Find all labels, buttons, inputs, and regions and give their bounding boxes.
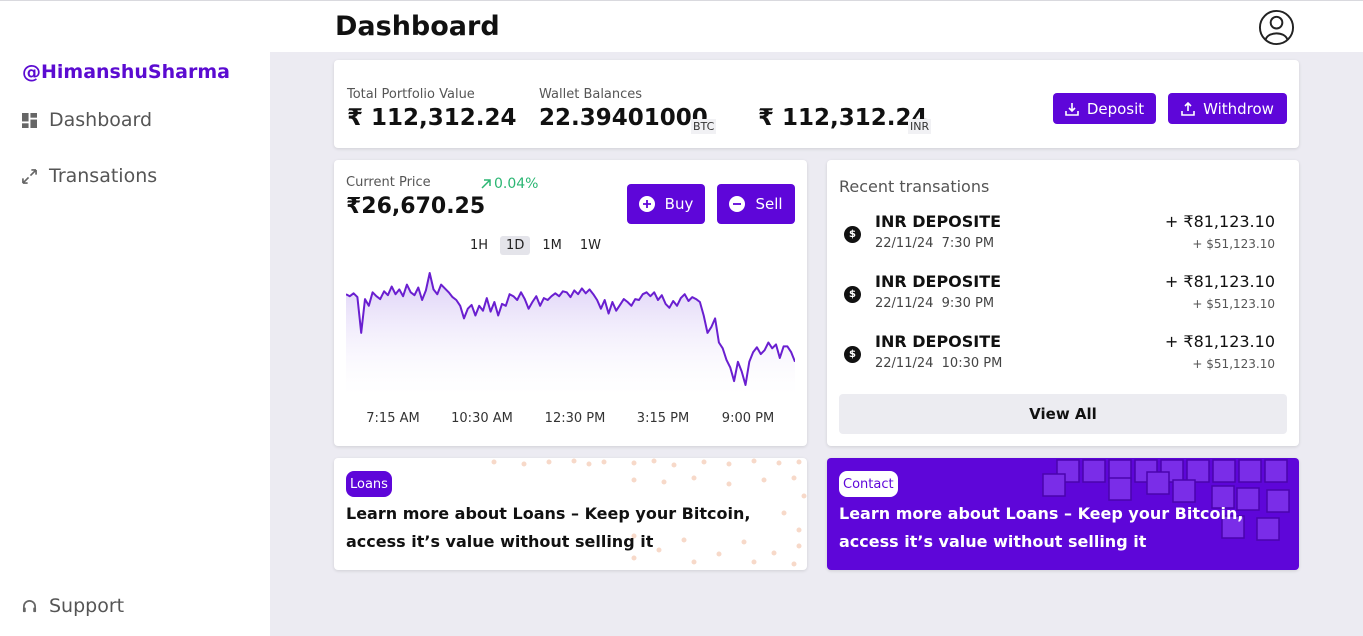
x-tick-label: 12:30 PM (544, 411, 606, 426)
transaction-row[interactable]: $ INR DEPOSITE 22/11/24 10:30 PM + ₹81,1… (839, 332, 1287, 382)
portfolio-card: Total Portfolio Value ₹ 112,312.24 Walle… (334, 60, 1299, 148)
loans-promo-text: Learn more about Loans – Keep your Bitco… (346, 504, 751, 551)
headset-icon (22, 599, 37, 612)
price-change-value: 0.04% (494, 176, 539, 192)
sell-label: Sell (755, 195, 783, 213)
sidebar-item-label: Support (49, 595, 125, 617)
loans-promo-card[interactable]: Loans Learn more about Loans – Keep your… (334, 458, 807, 570)
transaction-amount: + ₹81,123.10 (1164, 272, 1275, 291)
sidebar: @HimanshuSharma Dashboard Transations Su… (0, 1, 270, 636)
timeframe-1d[interactable]: 1D (500, 236, 531, 255)
contact-promo-card[interactable]: Contact Learn more about Loans – Keep yo… (827, 458, 1299, 570)
transaction-usd: + $51,123.10 (1192, 237, 1275, 251)
dollar-coin-icon: $ (844, 286, 861, 303)
page-title: Dashboard (335, 11, 500, 42)
sidebar-item-support[interactable]: Support (22, 595, 124, 617)
transaction-amount: + ₹81,123.10 (1164, 212, 1275, 231)
loans-tag: Loans (346, 471, 392, 497)
wallet-balances-label: Wallet Balances (539, 87, 643, 102)
price-change: 0.04% (480, 176, 538, 192)
upload-icon (1181, 101, 1195, 116)
transaction-row[interactable]: $ INR DEPOSITE 22/11/24 9:30 PM + ₹81,12… (839, 272, 1287, 322)
timeframe-1w[interactable]: 1W (574, 236, 607, 255)
btc-unit-badge: BTC (691, 119, 717, 134)
sidebar-item-transations[interactable]: Transations (22, 165, 157, 187)
price-area-chart (346, 272, 795, 395)
contact-promo-text: Learn more about Loans – Keep your Bitco… (839, 504, 1244, 551)
dollar-coin-icon: $ (844, 226, 861, 243)
transaction-usd: + $51,123.10 (1192, 297, 1275, 311)
user-circle-icon[interactable] (1258, 9, 1295, 46)
inr-unit-badge: INR (908, 119, 932, 134)
timeframe-selector: 1H 1D 1M 1W (464, 236, 607, 255)
x-tick-label: 3:15 PM (636, 411, 690, 426)
contact-tag: Contact (839, 471, 898, 497)
transaction-name: INR DEPOSITE (875, 332, 1002, 351)
download-icon (1065, 102, 1079, 116)
transaction-name: INR DEPOSITE (875, 212, 1002, 231)
inr-balance-value: ₹ 112,312.24 (758, 105, 928, 131)
transaction-datetime: 22/11/24 7:30 PM (875, 236, 995, 251)
current-price-value: ₹26,670.25 (346, 194, 486, 219)
current-price-label: Current Price (346, 175, 431, 190)
plus-circle-icon (638, 196, 655, 212)
x-tick-label: 7:15 AM (366, 411, 420, 426)
sidebar-item-dashboard[interactable]: Dashboard (22, 109, 152, 131)
total-portfolio-value: ₹ 112,312.24 (347, 105, 517, 131)
btc-balance-value: 22.39401000 (539, 105, 708, 131)
withdraw-label: Withdrow (1203, 99, 1274, 118)
transaction-datetime: 22/11/24 9:30 PM (875, 296, 995, 311)
deposit-label: Deposit (1086, 99, 1145, 118)
dollar-coin-icon: $ (844, 346, 861, 363)
transaction-name: INR DEPOSITE (875, 272, 1002, 291)
sell-button[interactable]: Sell (717, 184, 795, 224)
transaction-datetime: 22/11/24 10:30 PM (875, 356, 1003, 371)
timeframe-1m[interactable]: 1M (536, 236, 568, 255)
buy-label: Buy (664, 195, 694, 213)
arrow-up-right-icon (481, 179, 491, 189)
dashboard-icon (22, 112, 37, 128)
sidebar-item-label: Dashboard (49, 109, 153, 131)
withdraw-button[interactable]: Withdrow (1168, 93, 1287, 124)
sidebar-item-label: Transations (49, 165, 158, 187)
price-area (346, 273, 795, 395)
minus-circle-icon (729, 196, 746, 212)
transactions-icon (22, 168, 37, 184)
transaction-amount: + ₹81,123.10 (1164, 332, 1275, 351)
header: Dashboard (270, 1, 1363, 52)
price-chart-card: Current Price 0.04% ₹26,670.25 Buy Sell … (334, 160, 807, 446)
x-tick-label: 9:00 PM (721, 411, 775, 426)
deposit-button[interactable]: Deposit (1053, 93, 1156, 124)
transaction-row[interactable]: $ INR DEPOSITE 22/11/24 7:30 PM + ₹81,12… (839, 212, 1287, 262)
brand-username: @HimanshuSharma (22, 61, 230, 83)
total-portfolio-label: Total Portfolio Value (347, 87, 475, 102)
x-tick-label: 10:30 AM (451, 411, 513, 426)
view-all-button[interactable]: View All (839, 394, 1287, 434)
recent-transactions-title: Recent transations (839, 177, 990, 196)
recent-transactions-card: Recent transations $ INR DEPOSITE 22/11/… (827, 160, 1299, 446)
transaction-usd: + $51,123.10 (1192, 357, 1275, 371)
timeframe-1h[interactable]: 1H (464, 236, 494, 255)
buy-button[interactable]: Buy (627, 184, 705, 224)
